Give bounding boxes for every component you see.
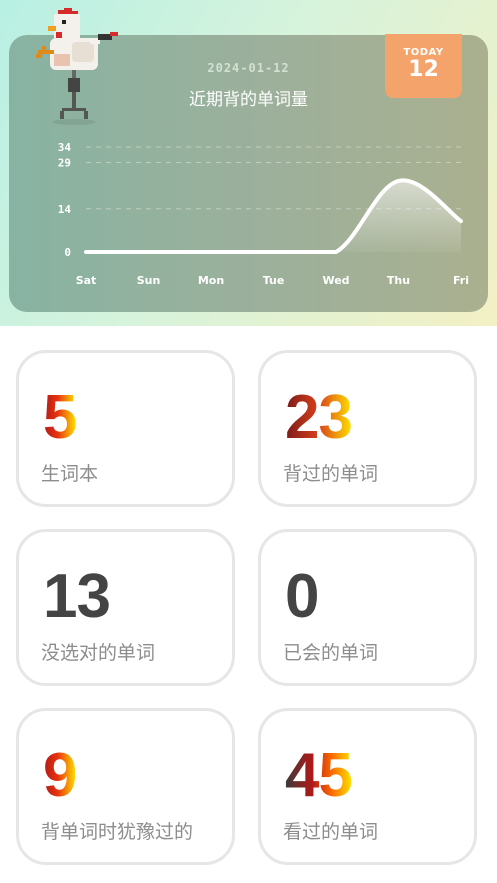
y-tick-label: 14 (58, 203, 72, 216)
stat-card-known-words[interactable]: 0 已会的单词 (258, 529, 477, 686)
stat-card-wrong-words[interactable]: 13 没选对的单词 (16, 529, 235, 686)
stat-value: 5 (43, 383, 77, 452)
x-tick-label: Sun (137, 274, 161, 287)
stat-value: 13 (43, 562, 111, 631)
x-tick-label: Sat (76, 274, 97, 287)
stat-value: 9 (43, 741, 77, 810)
stat-label: 背单词时犹豫过的 (41, 821, 194, 843)
x-tick-label: Mon (198, 274, 224, 287)
x-tick-label: Wed (322, 274, 349, 287)
x-tick-label: Thu (387, 274, 410, 287)
stat-label: 已会的单词 (283, 642, 379, 664)
stat-card-studied-words[interactable]: 23 背过的单词 (258, 350, 477, 507)
stat-value: 0 (285, 562, 319, 631)
today-badge: TODAY 12 (385, 34, 462, 98)
y-tick-label: 0 (64, 246, 71, 259)
y-tick-label: 34 (58, 141, 72, 154)
stat-card-hesitated-words[interactable]: 9 背单词时犹豫过的 (16, 708, 235, 865)
x-tick-label: Fri (453, 274, 469, 287)
today-badge-value: 12 (408, 57, 439, 82)
stat-value: 23 (285, 383, 353, 452)
stat-card-new-words[interactable]: 5 生词本 (16, 350, 235, 507)
y-tick-label: 29 (58, 156, 71, 169)
stat-value: 45 (285, 741, 353, 810)
stat-label: 没选对的单词 (41, 642, 156, 664)
stat-label: 背过的单词 (283, 463, 379, 485)
x-tick-label: Tue (263, 274, 285, 287)
stat-label: 生词本 (41, 463, 99, 485)
chicken-mascot-icon (36, 8, 118, 125)
series-area (86, 180, 461, 252)
stat-label: 看过的单词 (283, 821, 379, 843)
stat-card-viewed-words[interactable]: 45 看过的单词 (258, 708, 477, 865)
